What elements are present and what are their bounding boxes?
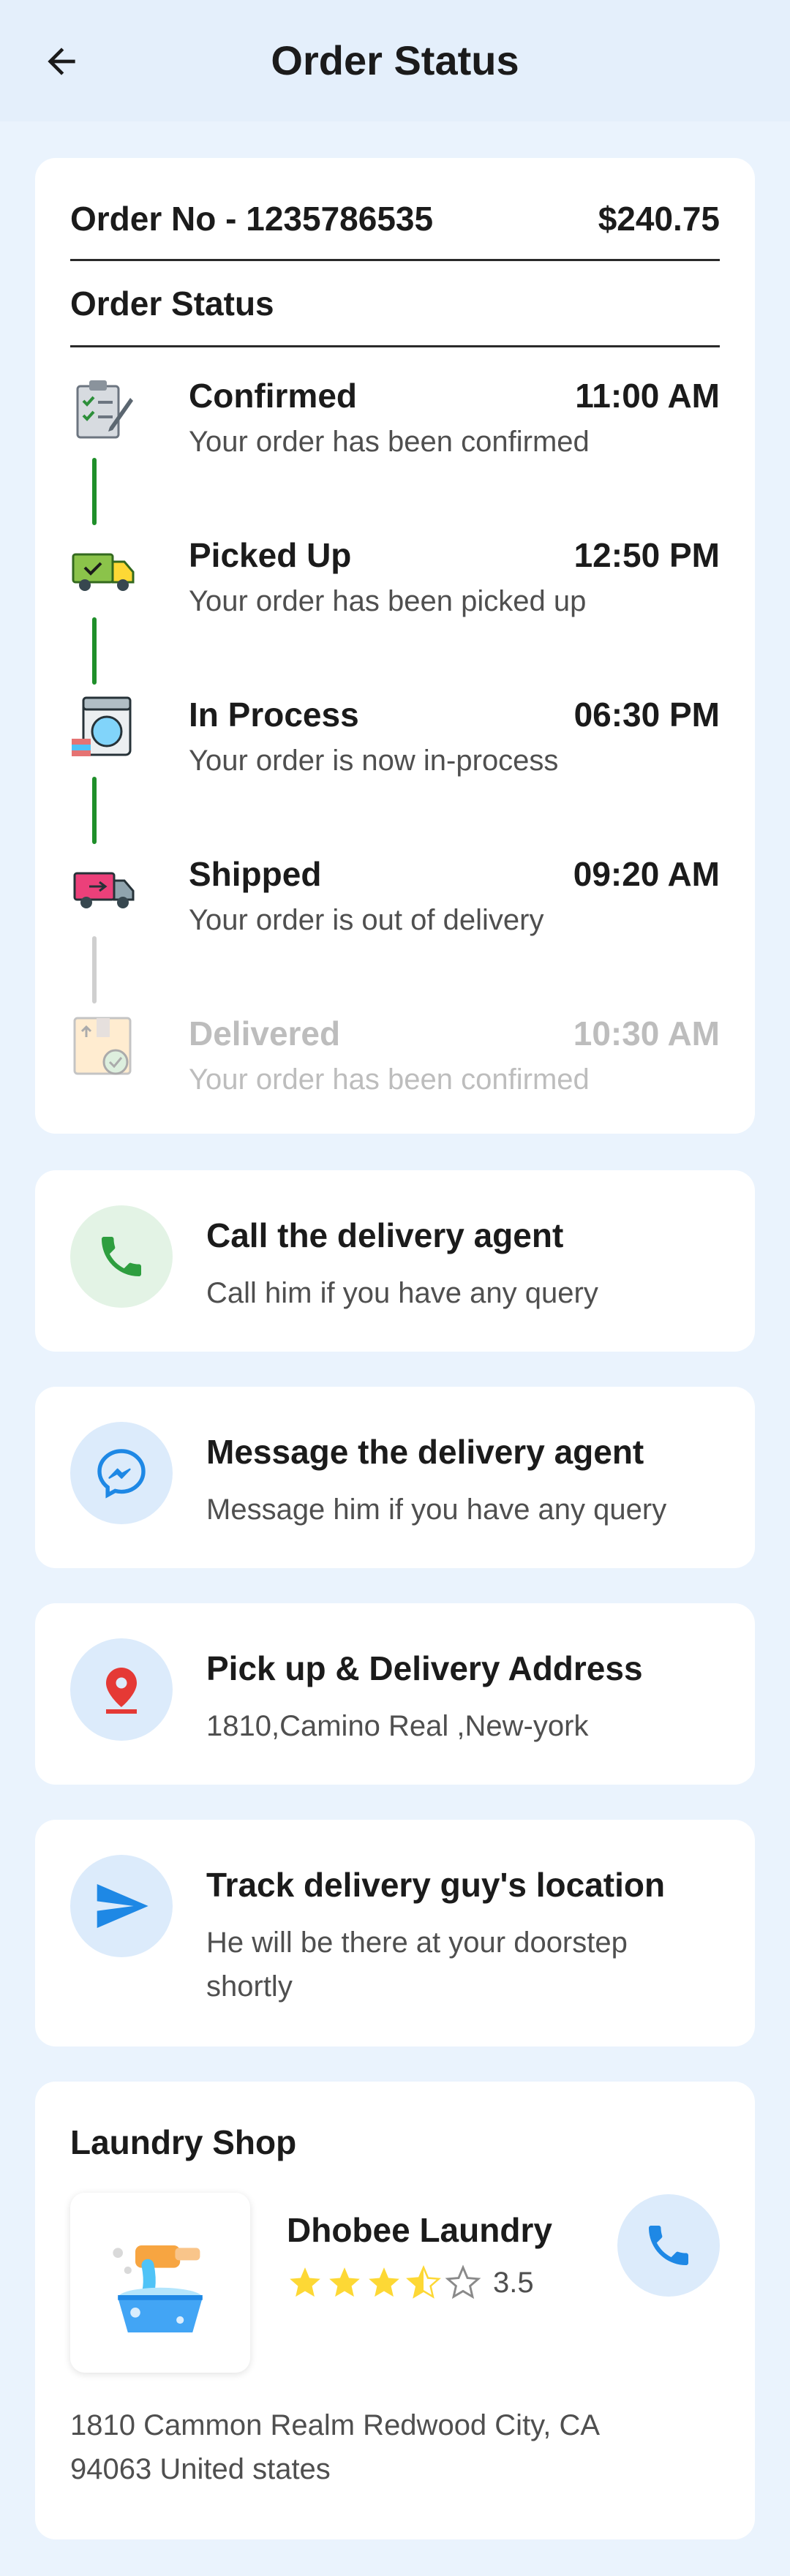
shop-address: 1810 Cammon Realm Redwood City, CA 94063… [70,2409,598,2485]
shop-logo[interactable] [70,2193,250,2373]
order-summary: Order No - 1235786535 $240.75 [70,199,720,238]
track-icon-circle [70,1855,173,1957]
star-full-icon [290,2267,320,2297]
action-title: Message the delivery agent [206,1433,644,1471]
step-title: Shipped [189,855,322,893]
step-time: 10:30 AM [573,1014,720,1052]
order-number: Order No - 1235786535 [70,200,434,238]
action-title: Call the delivery agent [206,1216,564,1254]
shop-heading: Laundry Shop [70,2123,297,2161]
divider [70,259,720,261]
action-subtitle: Message him if you have any query [206,1494,667,1526]
shop-name: Dhobee Laundry [287,2211,552,2249]
step-title: Delivered [189,1014,341,1052]
timeline-connector [92,777,97,844]
timeline-connector [92,458,97,525]
rating-value: 3.5 [493,2266,534,2299]
location-pin-icon [106,1668,137,1714]
star-half-icon [406,2264,441,2299]
laundry-basin-icon [113,2245,203,2332]
step-time: 06:30 PM [573,696,720,734]
laundry-shop-card: Laundry Shop Dhobee Laundry 3.5 1810 Cam… [35,2082,755,2539]
status-step-in-process: In Process 06:30 PM Your order is now in… [70,689,720,799]
address-icon-circle [70,1638,173,1741]
star-full-icon [329,2267,360,2297]
step-time: 12:50 PM [573,536,720,574]
status-step-picked-up: Picked Up 12:50 PM Your order has been p… [70,530,720,639]
page-title: Order Status [271,37,519,83]
star-full-icon [369,2267,399,2297]
washing-machine-icon [72,696,132,756]
step-description: Your order has been picked up [189,585,587,617]
action-subtitle: Call him if you have any query [206,1277,598,1309]
star-rating: 3.5 [287,2264,534,2301]
step-description: Your order has been confirmed [189,426,590,458]
messenger-icon [97,1449,146,1499]
delivery-truck-icon [73,872,135,908]
order-status-heading: Order Status [70,285,274,323]
action-title: Track delivery guy's location [206,1866,666,1904]
order-status-card: Order No - 1235786535 $240.75 Order Stat… [35,158,755,1134]
step-title: Confirmed [189,377,357,415]
app-header: Order Status [0,0,790,121]
package-delivered-icon [73,1017,132,1075]
track-location-card[interactable]: Track delivery guy's location He will be… [35,1820,755,2046]
action-subtitle: He will be there at your doorstep shortl… [206,1927,628,2003]
status-step-shipped: Shipped 09:20 AM Your order is out of de… [70,848,720,958]
phone-icon [649,2226,688,2265]
truck-check-icon [72,553,135,591]
send-arrow-icon [97,1884,148,1928]
action-title: Pick up & Delivery Address [206,1649,643,1687]
step-description: Your order has been confirmed [189,1063,590,1096]
timeline-connector [92,936,97,1003]
step-title: In Process [189,696,359,734]
order-total: $240.75 [598,200,720,238]
divider [70,345,720,347]
shop-call-button[interactable] [617,2194,720,2297]
status-step-confirmed: Confirmed 11:00 AM Your order has been c… [70,370,720,480]
message-icon-circle [70,1422,173,1524]
step-description: Your order is out of delivery [189,904,544,936]
star-empty-icon [445,2264,481,2300]
call-icon-circle [70,1205,173,1308]
address-card[interactable]: Pick up & Delivery Address 1810,Camino R… [35,1603,755,1785]
clipboard-check-icon [76,380,133,439]
step-title: Picked Up [189,536,352,574]
phone-icon [102,1237,141,1276]
action-subtitle: 1810,Camino Real ,New-york [206,1710,589,1742]
step-time: 09:20 AM [573,855,720,893]
message-agent-card[interactable]: Message the delivery agent Message him i… [35,1387,755,1568]
timeline-connector [92,617,97,685]
step-description: Your order is now in-process [189,745,559,777]
step-time: 11:00 AM [575,377,720,415]
call-agent-card[interactable]: Call the delivery agent Call him if you … [35,1170,755,1352]
status-step-delivered: Delivered 10:30 AM Your order has been c… [70,1008,720,1118]
